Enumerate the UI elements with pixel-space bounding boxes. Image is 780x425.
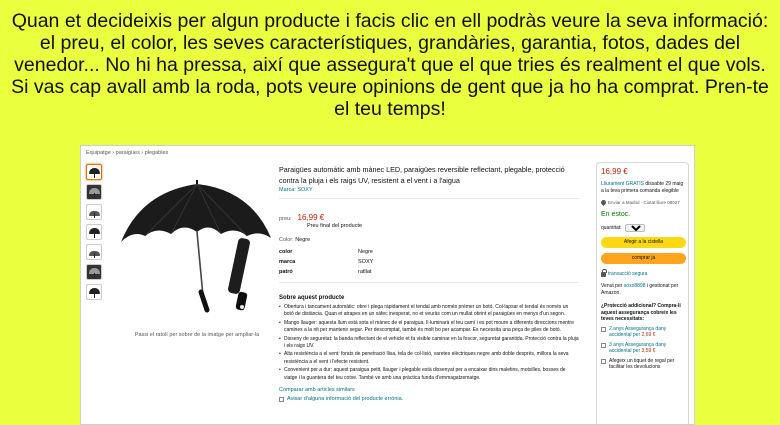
protection-option[interactable]: 2 anys Assegurança dany accidental per 2… bbox=[601, 326, 684, 339]
stock-status: En estoc. bbox=[601, 211, 631, 218]
product-title: Paraigües automàtic amb mànec LED, parai… bbox=[279, 165, 565, 185]
gift-option[interactable]: Afegeix un tiquet de regal per facilitar… bbox=[601, 358, 684, 371]
image-caption: Passi el ratolí per sobre de la imatge p… bbox=[134, 332, 260, 338]
spec-value: SOXY bbox=[358, 259, 374, 265]
option-text[interactable]: 3 anys Assegurança dany accidental per bbox=[609, 342, 666, 355]
breadcrumb[interactable]: Equipatge › paraigües › plegables bbox=[86, 150, 168, 156]
option-price: 2,69 € bbox=[641, 332, 656, 338]
lock-icon bbox=[601, 269, 607, 277]
report-checkbox-icon bbox=[279, 396, 284, 402]
divider bbox=[279, 198, 579, 199]
spec-key: marca bbox=[279, 259, 296, 265]
compare-link[interactable]: Comparar amb articles similars bbox=[279, 387, 579, 393]
spec-row: patró ratllat bbox=[279, 267, 579, 277]
location-pin-icon bbox=[601, 200, 606, 206]
delivery-location[interactable]: Enviar a Madrid · Ciutat lliure 08027 bbox=[601, 200, 684, 206]
delivery-info: Lliurament GRATIS dissabte 29 maig a la … bbox=[601, 181, 684, 195]
delivery-prefix[interactable]: Lliurament GRATIS bbox=[601, 181, 644, 187]
quantity-dropdown[interactable]: 1 bbox=[624, 224, 645, 232]
feature-bullet: Mango llauger: aquesta llum està sota el… bbox=[279, 320, 579, 335]
spec-row: marca SOXY bbox=[279, 257, 579, 267]
buybox-price: 16,99 € bbox=[601, 167, 628, 176]
color-selection: Color: Negre bbox=[279, 237, 579, 243]
feature-bullet: Disseny de seguretat: la banda reflectan… bbox=[279, 336, 579, 351]
option-checkbox[interactable] bbox=[601, 342, 606, 348]
option-text: Afegeix un tiquet de regal per facilitar… bbox=[609, 357, 675, 371]
spec-table: color Negre marca SOXY patró ratllat bbox=[279, 247, 579, 277]
thumbnail-5[interactable] bbox=[86, 244, 102, 260]
report-text: Avisar d'alguna informació del producte … bbox=[287, 396, 404, 403]
umbrella-product-image[interactable] bbox=[111, 164, 283, 314]
about-heading: Sobre aquest producte bbox=[279, 295, 345, 301]
option-text[interactable]: 2 anys Assegurança dany accidental per bbox=[609, 326, 666, 339]
brand-link[interactable]: Marca: SOXY bbox=[279, 187, 579, 193]
price-label: preu: bbox=[279, 216, 292, 222]
color-value: Negre bbox=[295, 237, 311, 243]
spec-value: ratllat bbox=[358, 269, 372, 275]
secure-text: transacció segura bbox=[608, 270, 648, 277]
price: 16,99 € bbox=[297, 213, 325, 222]
product-page-screenshot: Equipatge › paraigües › plegables Passi … bbox=[80, 145, 695, 425]
thumbnail-6[interactable] bbox=[86, 264, 102, 280]
protection-heading: ¿Protecció addicional? Compra-li aquest … bbox=[601, 303, 681, 322]
divider bbox=[279, 282, 579, 283]
spec-key: color bbox=[279, 249, 293, 255]
instruction-text: Quan et decideixis per algun producte i … bbox=[11, 10, 769, 120]
feature-bullet: Obertura i tancament automàtic: obre i p… bbox=[279, 304, 579, 319]
thumbnail-1[interactable] bbox=[86, 164, 102, 180]
spec-row: color Negre bbox=[279, 247, 579, 257]
buy-box: 16,99 € Lliurament GRATIS dissabte 29 ma… bbox=[596, 162, 689, 424]
product-details: Paraigües automàtic amb mànec LED, parai… bbox=[279, 164, 579, 402]
thumbnail-2[interactable] bbox=[86, 184, 102, 200]
price-info: Preu final del producte bbox=[307, 223, 363, 229]
thumbnail-4[interactable] bbox=[86, 224, 102, 240]
quantity-selector: quantitat: 1 bbox=[601, 224, 684, 232]
spec-key: patró bbox=[279, 269, 293, 275]
option-price: 3,59 € bbox=[641, 348, 656, 354]
feature-bullets: Obertura i tancament automàtic: obre i p… bbox=[279, 304, 579, 382]
location-text: Enviar a Madrid · Ciutat lliure 08027 bbox=[608, 200, 680, 205]
add-to-cart-button[interactable]: Afegir a la cistella bbox=[601, 237, 686, 248]
color-label: Color: bbox=[279, 237, 294, 243]
thumbnail-3[interactable] bbox=[86, 204, 102, 220]
option-checkbox[interactable] bbox=[601, 326, 606, 332]
option-checkbox[interactable] bbox=[601, 358, 606, 364]
secure-transaction[interactable]: transacció segura bbox=[601, 269, 684, 277]
seller-prefix: Venut per bbox=[601, 283, 623, 289]
report-link[interactable]: Avisar d'alguna informació del producte … bbox=[279, 396, 579, 402]
feature-bullet: Convenient per a dur: aquest paraigua pe… bbox=[279, 367, 579, 382]
spec-value: Negre bbox=[358, 249, 373, 255]
quantity-label: quantitat: bbox=[601, 225, 622, 231]
seller-info: Venut per soxo8898 i gestionat per Amazo… bbox=[601, 283, 684, 297]
buy-now-button[interactable]: comprar ja bbox=[601, 253, 686, 264]
thumbnail-strip bbox=[86, 164, 104, 304]
feature-bullet: Alta resistència a el vent: forats de pe… bbox=[279, 351, 579, 366]
thumbnail-7[interactable] bbox=[86, 284, 102, 300]
protection-option[interactable]: 3 anys Assegurança dany accidental per 3… bbox=[601, 342, 684, 355]
seller-link[interactable]: soxo8898 bbox=[624, 283, 646, 289]
